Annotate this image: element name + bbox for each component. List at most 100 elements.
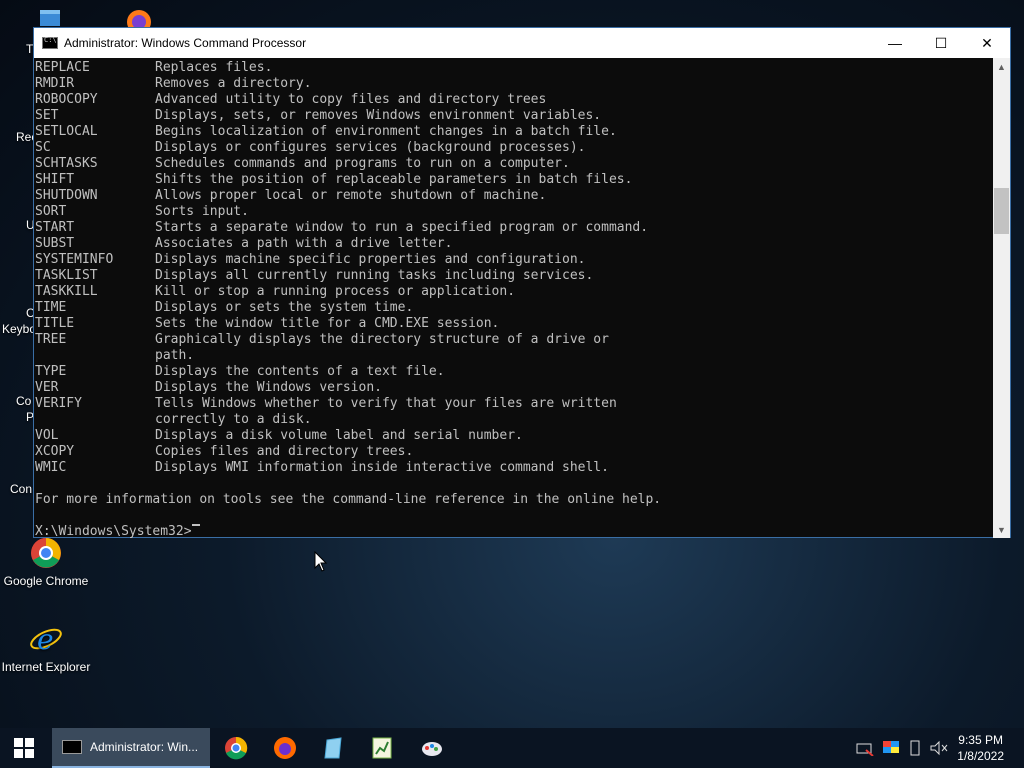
console-line: TITLE Sets the window title for a CMD.EXE… (35, 316, 994, 332)
command-description: Displays a disk volume label and serial … (155, 428, 523, 443)
command-name: TASKKILL (35, 284, 98, 299)
console-line: VERIFY Tells Windows whether to verify th… (35, 396, 994, 412)
command-name: SHIFT (35, 172, 75, 187)
command-description: Displays, sets, or removes Windows envir… (155, 108, 602, 123)
maximize-button[interactable]: ☐ (918, 28, 964, 58)
command-name: ROBOCOPY (35, 92, 98, 107)
command-name: TYPE (35, 364, 67, 379)
system-tray (856, 728, 948, 768)
command-name: RMDIR (35, 76, 75, 91)
desktop-icon-google-chrome[interactable]: Google Chrome (0, 536, 92, 588)
command-name: VER (35, 380, 59, 395)
command-description: Copies files and directory trees. (155, 444, 414, 459)
desktop-icon-label: Internet Explorer (1, 660, 91, 674)
firefox-desktop-icon[interactable] (122, 6, 156, 34)
taskbar-item-cmd[interactable]: Administrator: Win... (52, 728, 210, 768)
scroll-down-arrow-icon[interactable]: ▼ (993, 521, 1010, 538)
desktop-icon-label: Google Chrome (3, 574, 89, 588)
start-button[interactable] (0, 728, 48, 768)
desktop-label-partial: Keybo (2, 322, 37, 336)
console-line: TASKLIST Displays all currently running t… (35, 268, 994, 284)
console-line: START Starts a separate window to run a s… (35, 220, 994, 236)
command-description: Displays the Windows version. (155, 380, 382, 395)
chrome-icon (29, 536, 63, 570)
command-description: Allows proper local or remote shutdown o… (155, 188, 547, 203)
spreadsheet-icon[interactable] (370, 736, 394, 760)
command-description: Displays WMI information inside interact… (155, 460, 609, 475)
command-name: REPLACE (35, 60, 90, 75)
vertical-scrollbar[interactable]: ▲ ▼ (993, 58, 1010, 538)
folder-icon[interactable] (38, 8, 62, 28)
chrome-icon[interactable] (224, 736, 248, 760)
close-button[interactable]: ✕ (964, 28, 1010, 58)
title-bar[interactable]: Administrator: Windows Command Processor… (34, 28, 1010, 58)
command-name: SORT (35, 204, 67, 219)
command-description: Begins localization of environment chang… (155, 124, 617, 139)
firefox-icon[interactable] (273, 736, 297, 760)
command-description: Schedules commands and programs to run o… (155, 156, 570, 171)
command-name: WMIC (35, 460, 67, 475)
console-line: SETLOCAL Begins localization of environme… (35, 124, 994, 140)
command-name: VERIFY (35, 396, 82, 411)
command-name (35, 348, 155, 364)
command-name: SC (35, 140, 51, 155)
scroll-thumb[interactable] (994, 188, 1009, 234)
minimize-button[interactable]: — (872, 28, 918, 58)
command-description: Tells Windows whether to verify that you… (155, 396, 617, 411)
command-prompt-window[interactable]: Administrator: Windows Command Processor… (33, 27, 1011, 538)
display-icon[interactable] (882, 740, 900, 756)
command-prompt: X:\Windows\System32> (35, 524, 192, 538)
command-description: Starts a separate window to run a specif… (155, 220, 649, 235)
command-name: TREE (35, 332, 67, 347)
volume-muted-icon[interactable] (930, 740, 948, 756)
cmd-app-icon (42, 36, 58, 49)
command-name: XCOPY (35, 444, 75, 459)
notepad-icon[interactable] (322, 736, 346, 760)
console-line: VOL Displays a disk volume label and seri… (35, 428, 994, 444)
taskbar-item-label: Administrator: Win... (90, 740, 199, 754)
command-description: path. (155, 348, 195, 363)
command-description: Displays or sets the system time. (155, 300, 414, 315)
command-description: Kill or stop a running process or applic… (155, 284, 516, 299)
desktop-label-partial: Con (10, 482, 33, 496)
desktop-icon-internet-explorer[interactable]: e Internet Explorer (0, 622, 92, 674)
command-description: Graphically displays the directory struc… (155, 332, 609, 347)
console-line: ROBOCOPY Advanced utility to copy files a… (35, 92, 994, 108)
command-description: Displays the contents of a text file. (155, 364, 445, 379)
command-description: correctly to a disk. (155, 412, 312, 427)
system-clock[interactable]: 9:35 PM 1/8/2022 (957, 732, 1004, 764)
mouse-cursor-icon (314, 550, 328, 573)
windows-logo-icon (14, 738, 34, 758)
command-name: TIME (35, 300, 67, 315)
network-icon[interactable] (856, 740, 874, 757)
command-name: SCHTASKS (35, 156, 98, 171)
console-line: REPLACE Replaces files. (35, 60, 994, 76)
console-line: TREE Graphically displays the directory s… (35, 332, 994, 348)
svg-text:e: e (37, 623, 54, 656)
command-name: TASKLIST (35, 268, 98, 283)
usb-icon[interactable] (908, 740, 922, 756)
command-name: SET (35, 108, 59, 123)
desktop-label-partial: Co (16, 394, 32, 408)
console-footer-text: For more information on tools see the co… (35, 492, 662, 507)
command-description: Displays or configures services (backgro… (155, 140, 586, 155)
console-output[interactable]: REPLACE Replaces files. RMDIR Removes a dir… (34, 58, 994, 538)
scroll-up-arrow-icon[interactable]: ▲ (993, 58, 1010, 75)
console-line: SET Displays, sets, or removes Windows en… (35, 108, 994, 124)
console-line: SHIFT Shifts the position of replaceable … (35, 172, 994, 188)
command-description: Displays all currently running tasks inc… (155, 268, 594, 283)
paint-icon[interactable] (420, 736, 444, 760)
console-line: SHUTDOWN Allows proper local or remote sh… (35, 188, 994, 204)
command-name: SYSTEMINFO (35, 252, 114, 267)
console-line: path. (35, 348, 994, 364)
command-description: Removes a directory. (155, 76, 312, 91)
console-line: RMDIR Removes a directory. (35, 76, 994, 92)
internet-explorer-icon: e (29, 622, 63, 656)
console-line: VER Displays the Windows version. (35, 380, 994, 396)
console-prompt-line[interactable]: X:\Windows\System32> (35, 524, 994, 538)
command-name: SHUTDOWN (35, 188, 98, 203)
command-description: Sets the window title for a CMD.EXE sess… (155, 316, 500, 331)
console-line: SC Displays or configures services (backg… (35, 140, 994, 156)
